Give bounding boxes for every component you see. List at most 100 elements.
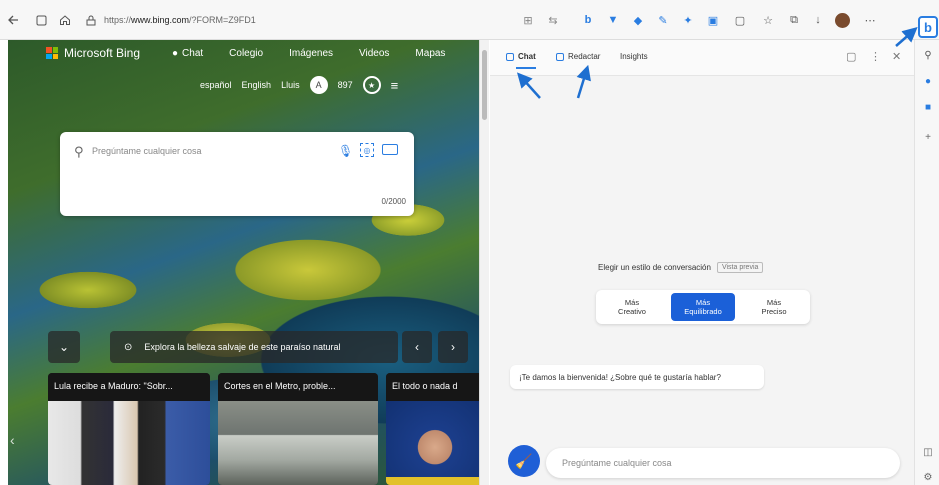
char-counter: 0/2000 (381, 197, 406, 206)
preview-badge: Vista previa (716, 262, 764, 273)
nav-images[interactable]: Imágenes (289, 48, 333, 59)
sidebar-layout-icon[interactable]: ◫ (921, 445, 935, 459)
location-pin-icon: ⊙ (124, 341, 133, 353)
profile-avatar[interactable] (834, 12, 850, 28)
extension-shield-icon[interactable]: ◆ (630, 12, 646, 28)
chat-tab-icon (506, 52, 514, 61)
extension-box-icon[interactable]: ▣ (705, 12, 721, 28)
tab-chat-label: Chat (518, 52, 536, 61)
user-avatar[interactable]: A (309, 76, 328, 94)
add-icon[interactable]: + (921, 130, 935, 144)
style-label-2: Equilibrado (684, 307, 722, 316)
style-creative-button[interactable]: Más Creativo (600, 293, 664, 321)
news-card[interactable]: El todo o nada d (386, 373, 479, 485)
bing-ext-icon[interactable]: b (580, 12, 596, 28)
tab-redactar[interactable]: Redactar (556, 52, 600, 61)
news-card[interactable]: Lula recibe a Maduro: "Sobr... (48, 373, 210, 485)
news-card[interactable]: Cortes en el Metro, proble... (218, 373, 378, 485)
lock-icon (82, 11, 100, 29)
nav-maps[interactable]: Mapas (415, 48, 445, 59)
news-card-title: Lula recibe a Maduro: "Sobr... (48, 373, 210, 401)
nav-chat[interactable]: Chat (172, 48, 203, 59)
split-screen-icon[interactable]: ▢ (732, 12, 748, 28)
downloads-icon[interactable]: ↓ (810, 12, 826, 28)
conversation-style-label: Elegir un estilo de conversación Vista p… (598, 262, 764, 273)
scrollbar-thumb[interactable] (482, 50, 487, 120)
image-info-banner[interactable]: ⊙ Explora la belleza salvaje de este par… (110, 331, 398, 363)
close-icon[interactable]: ✕ (892, 50, 901, 63)
style-precise-button[interactable]: Más Preciso (742, 293, 806, 321)
tab-insights-label: Insights (620, 52, 648, 61)
translate-icon[interactable]: ⇆ (545, 12, 561, 28)
nav-colegio[interactable]: Colegio (229, 48, 263, 59)
extension-funnel-icon[interactable]: ▼ (605, 12, 621, 28)
chat-input[interactable]: Pregúntame cualquier cosa (546, 448, 900, 478)
news-card-image (218, 401, 378, 485)
panel-tabs: Chat Redactar Insights ▢ ⋮ ✕ (490, 40, 914, 76)
hamburger-menu-icon[interactable]: ≡ (391, 78, 399, 93)
panel-more-icon[interactable]: ⋮ (870, 50, 881, 63)
tab-insights[interactable]: Insights (620, 52, 648, 61)
open-new-window-icon[interactable]: ▢ (846, 50, 856, 63)
back-icon[interactable] (4, 11, 22, 29)
user-bar: español English Lluis A 897 ★ ≡ (200, 76, 398, 94)
rewards-icon[interactable]: ★ (362, 76, 381, 94)
url-domain: www.bing.com (131, 15, 190, 25)
url-rest: /?FORM=Z9FD1 (189, 15, 256, 25)
brand-name: Microsoft Bing (64, 46, 141, 60)
rewards-points[interactable]: 897 (338, 80, 353, 90)
nav-videos[interactable]: Videos (359, 48, 389, 59)
next-image-button[interactable]: › (438, 331, 468, 363)
keyboard-icon[interactable] (382, 144, 398, 155)
extension-star-icon[interactable]: ✦ (680, 12, 696, 28)
bing-nav: Chat Colegio Imágenes Videos Mapas (172, 48, 445, 59)
favorites-icon[interactable]: ☆ (760, 12, 776, 28)
shopping-icon[interactable]: ● (921, 74, 935, 88)
collections-icon[interactable]: ⧉ (786, 12, 802, 28)
more-options-icon[interactable]: ⋯ (862, 12, 878, 28)
carousel-left-icon[interactable]: ‹ (10, 432, 15, 448)
lang-english[interactable]: English (242, 80, 272, 90)
bing-logo[interactable]: Microsoft Bing (46, 46, 140, 60)
search-input[interactable]: Pregúntame cualquier cosa (92, 146, 202, 156)
address-bar[interactable]: https://www.bing.com/?FORM=Z9FD1 (104, 9, 504, 31)
new-topic-broom-icon[interactable]: 🧹 (508, 445, 540, 477)
read-aloud-icon[interactable]: ⊞ (520, 12, 536, 28)
style-balanced-button[interactable]: Más Equilibrado (671, 293, 735, 321)
style-label-1: Más (766, 298, 782, 307)
url-prefix: https:// (104, 15, 132, 25)
tools-icon[interactable]: ■ (921, 100, 935, 114)
tab-redactar-label: Redactar (568, 52, 601, 61)
news-card-accent-bar (386, 477, 479, 485)
user-name[interactable]: Lluis (281, 80, 300, 90)
welcome-message: ¡Te damos la bienvenida! ¿Sobre qué te g… (510, 365, 764, 389)
news-card-title: Cortes en el Metro, proble... (218, 373, 378, 401)
news-card-image (48, 401, 210, 485)
compose-tab-icon (556, 52, 564, 61)
tab-chat[interactable]: Chat (506, 52, 536, 69)
lang-spanish[interactable]: español (200, 80, 232, 90)
banner-text: Explora la belleza salvaje de este paraí… (144, 342, 341, 352)
conversation-style-selector: Más Creativo Más Equilibrado Más Preciso (596, 290, 810, 324)
microsoft-logo-icon (46, 47, 58, 59)
bing-homepage: Microsoft Bing Chat Colegio Imágenes Vid… (8, 40, 479, 485)
page-scrollbar[interactable] (479, 40, 489, 485)
search-box[interactable]: ⚲ Pregúntame cualquier cosa 🎙 ◎ 0/2000 (60, 132, 414, 216)
edge-sidebar: ⚲ ● ■ + ◫ ⚙ (914, 40, 939, 485)
home-icon[interactable] (56, 11, 74, 29)
style-prompt: Elegir un estilo de conversación (598, 263, 711, 272)
style-label-1: Más (624, 298, 640, 307)
visual-search-icon[interactable]: ◎ (360, 143, 374, 157)
collapse-chevron-button[interactable]: ⌄ (48, 331, 80, 363)
search-icon: ⚲ (74, 144, 84, 159)
microphone-icon[interactable]: 🎙 (338, 144, 353, 158)
browser-toolbar: https://www.bing.com/?FORM=Z9FD1 ⊞ ⇆ b ▼… (0, 0, 939, 40)
tabs-icon[interactable] (32, 11, 50, 29)
bing-chat-panel: Chat Redactar Insights ▢ ⋮ ✕ Elegir un e… (490, 40, 914, 485)
bing-chat-button[interactable]: b (918, 16, 938, 38)
prev-image-button[interactable]: ‹ (402, 331, 432, 363)
style-label-1: Más (695, 298, 711, 307)
search-icon[interactable]: ⚲ (921, 48, 935, 62)
settings-icon[interactable]: ⚙ (921, 470, 935, 484)
extension-pen-icon[interactable]: ✎ (655, 12, 671, 28)
